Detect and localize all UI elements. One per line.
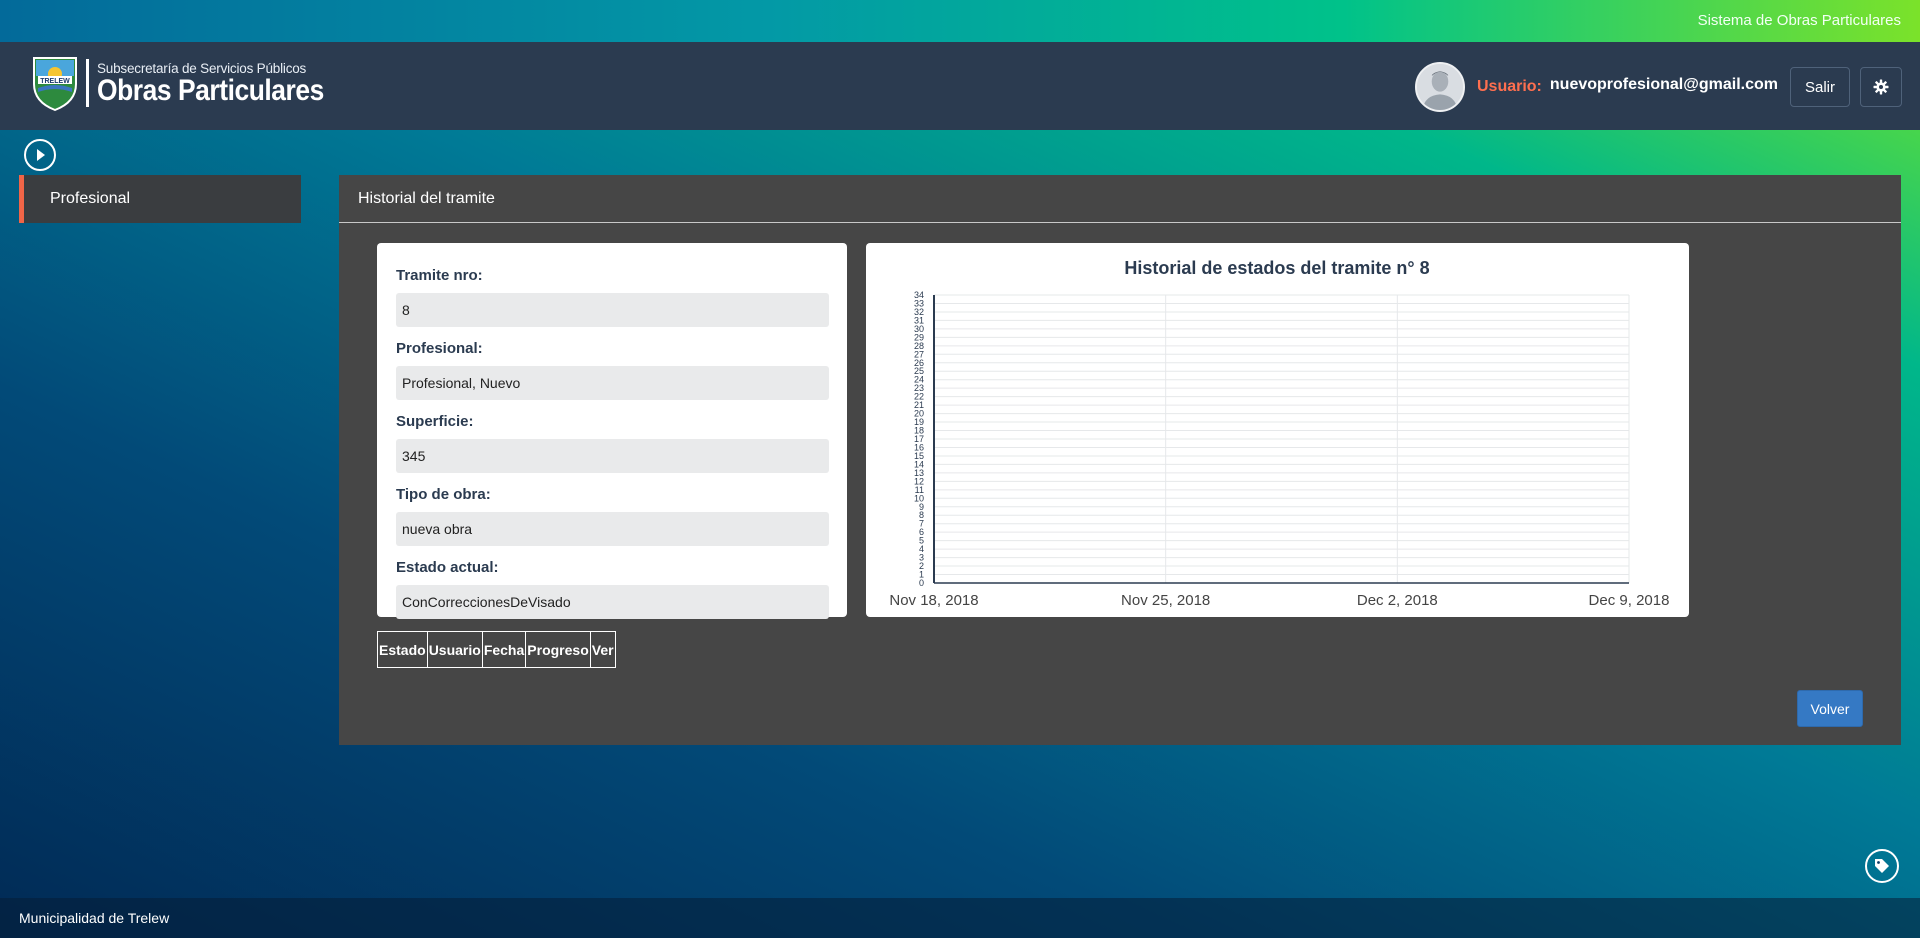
tipo-obra-field: nueva obra — [396, 512, 829, 546]
x-tick-label: Nov 18, 2018 — [889, 592, 978, 609]
col-estado[interactable]: Estado — [377, 631, 428, 668]
tag-icon — [1875, 859, 1889, 873]
user-area: Usuario: nuevoprofesional@gmail.com Sali… — [1414, 62, 1902, 112]
profesional-field: Profesional, Nuevo — [396, 366, 829, 400]
info-card: Tramite nro: 8 Profesional: Profesional,… — [377, 243, 847, 619]
col-progreso[interactable]: Progreso — [525, 631, 591, 668]
logo-title: Obras Particulares — [97, 73, 324, 107]
x-tick-label: Nov 25, 2018 — [1121, 592, 1210, 609]
sidebar-item-label: Profesional — [50, 190, 131, 207]
y-tick-label: 34 — [914, 290, 924, 300]
x-tick-label: Dec 2, 2018 — [1357, 592, 1438, 609]
logo-divider — [86, 59, 89, 107]
logo-badge: TRELEW — [40, 78, 70, 85]
history-table: Estado Usuario Fecha Progreso Ver — [377, 631, 616, 668]
col-ver[interactable]: Ver — [589, 631, 616, 668]
superficie-label: Superficie: — [396, 413, 474, 430]
chart-title: Historial de estados del tramite n° 8 — [1124, 258, 1429, 278]
tag-button[interactable] — [1865, 849, 1899, 883]
sidebar-toggle-button[interactable] — [24, 139, 56, 171]
col-usuario[interactable]: Usuario — [426, 631, 483, 668]
profesional-label: Profesional: — [396, 340, 483, 357]
footer: Municipalidad de Trelew — [0, 898, 1920, 938]
user-email: nuevoprofesional@gmail.com — [1549, 76, 1778, 93]
history-chart[interactable]: Historial de estados del tramite n° 8 01… — [866, 243, 1689, 617]
sidebar-item-profesional[interactable]: Profesional — [19, 175, 301, 223]
system-name: Sistema de Obras Particulares — [1697, 12, 1901, 29]
user-avatar[interactable] — [1414, 62, 1465, 112]
panel-title: Historial del tramite — [339, 175, 1901, 223]
gear-icon — [1873, 79, 1889, 95]
user-label: Usuario: — [1476, 78, 1542, 95]
play-icon — [37, 149, 45, 161]
logout-button[interactable]: Salir — [1789, 67, 1850, 107]
superficie-field: 345 — [396, 439, 829, 473]
logo[interactable]: TRELEW Subsecretaría de Servicios Públic… — [30, 54, 355, 112]
municipal-shield-icon: TRELEW — [33, 57, 77, 112]
user-avatar-icon — [1416, 64, 1463, 110]
navbar: TRELEW Subsecretaría de Servicios Públic… — [0, 42, 1920, 130]
back-button[interactable]: Volver — [1797, 690, 1863, 727]
settings-button[interactable] — [1860, 67, 1902, 107]
x-tick-label: Dec 9, 2018 — [1589, 592, 1670, 609]
top-strip: Sistema de Obras Particulares — [0, 0, 1920, 42]
tipo-obra-label: Tipo de obra: — [396, 486, 491, 503]
col-fecha[interactable]: Fecha — [481, 631, 527, 668]
chart-card: Historial de estados del tramite n° 8 01… — [866, 243, 1689, 617]
footer-text: Municipalidad de Trelew — [19, 910, 170, 926]
history-panel: Historial del tramite Tramite nro: 8 Pro… — [339, 175, 1901, 745]
estado-actual-label: Estado actual: — [396, 559, 499, 576]
tramite-nro-label: Tramite nro: — [396, 267, 483, 284]
estado-actual-field: ConCorreccionesDeVisado — [396, 585, 829, 619]
tramite-nro-field: 8 — [396, 293, 829, 327]
